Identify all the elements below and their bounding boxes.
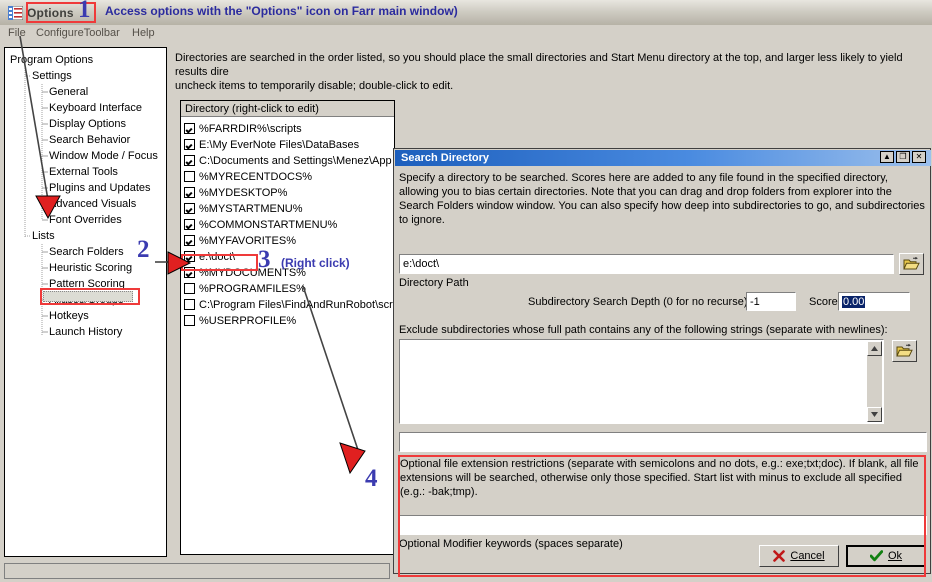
- directory-label: %MYDESKTOP%: [199, 186, 288, 199]
- directory-label: %FARRDIR%\scripts: [199, 122, 302, 135]
- score-label: Score:: [809, 296, 841, 308]
- directory-checkbox[interactable]: [184, 235, 195, 246]
- directory-checkbox[interactable]: [184, 187, 195, 198]
- directory-list-header: Directory (right-click to edit): [181, 101, 394, 117]
- open-folder-icon: [896, 344, 913, 357]
- directory-row[interactable]: C:\Program Files\FindAndRunRobot\scr: [184, 297, 393, 312]
- search-folders-highlight-box: [40, 288, 140, 305]
- directory-row[interactable]: %PROGRAMFILES%: [184, 281, 306, 296]
- directory-label: %PROGRAMFILES%: [199, 282, 306, 295]
- annotation-1-text: Access options with the "Options" icon o…: [105, 4, 458, 18]
- directory-label: %USERPROFILE%: [199, 314, 297, 327]
- directory-path-input[interactable]: [399, 254, 894, 274]
- open-folder-icon: [903, 257, 920, 270]
- file-extension-input[interactable]: [399, 432, 927, 452]
- pane-description-line1: Directories are searched in the order li…: [175, 52, 903, 78]
- rollup-icon[interactable]: ▲: [880, 151, 894, 163]
- dialog-title-text: Search Directory: [401, 152, 490, 164]
- checklist-options-icon: [7, 5, 24, 20]
- dialog-description: Specify a directory to be searched. Scor…: [399, 172, 925, 226]
- subdir-depth-input[interactable]: [746, 292, 796, 311]
- directory-row[interactable]: E:\My EverNote Files\DataBases: [184, 137, 359, 152]
- annotation-3-text: (Right click): [281, 256, 350, 270]
- scroll-up-icon[interactable]: [867, 341, 882, 356]
- directory-row[interactable]: %USERPROFILE%: [184, 313, 296, 328]
- annotation-number-1: 1: [78, 0, 91, 23]
- scroll-down-icon[interactable]: [867, 407, 882, 422]
- directory-row[interactable]: C:\Documents and Settings\Menez\App: [184, 153, 392, 168]
- menu-bar: File ConfigureToolbar Help: [0, 25, 932, 42]
- doct-entry-highlight-box: [181, 254, 258, 271]
- directory-row[interactable]: %MYRECENTDOCS%: [184, 169, 312, 184]
- exclude-label: Exclude subdirectories whose full path c…: [399, 324, 888, 336]
- directory-checkbox[interactable]: [184, 123, 195, 134]
- directory-label: %MYSTARTMENU%: [199, 202, 303, 215]
- directory-checkbox[interactable]: [184, 283, 195, 294]
- exclude-scrollbar[interactable]: [867, 341, 882, 422]
- main-toolbar: Options 1 Access options with the "Optio…: [0, 0, 932, 25]
- directory-path-label: Directory Path: [399, 277, 469, 289]
- directory-checkbox[interactable]: [184, 299, 195, 310]
- directory-checkbox[interactable]: [184, 219, 195, 230]
- close-icon[interactable]: ✕: [912, 151, 926, 163]
- directory-label: E:\My EverNote Files\DataBases: [199, 138, 360, 151]
- status-bar: [4, 563, 390, 579]
- annotation-number-2: 2: [137, 236, 150, 263]
- directory-checkbox[interactable]: [184, 315, 195, 326]
- subdir-depth-label: Subdirectory Search Depth (0 for no recu…: [528, 296, 751, 308]
- exclude-textarea[interactable]: [399, 339, 884, 424]
- directory-row[interactable]: %FARRDIR%\scripts: [184, 121, 302, 136]
- directory-row[interactable]: %MYFAVORITES%: [184, 233, 296, 248]
- pin-icon[interactable]: ❐: [896, 151, 910, 163]
- pane-description-line2: uncheck items to temporarily disable; do…: [175, 80, 454, 92]
- directory-label: C:\Documents and Settings\Menez\App: [199, 154, 392, 167]
- directory-label: %MYFAVORITES%: [199, 234, 296, 247]
- directory-checkbox[interactable]: [184, 139, 195, 150]
- score-value: 0.00: [842, 295, 866, 308]
- directory-checkbox[interactable]: [184, 203, 195, 214]
- browse-directory-button[interactable]: [899, 253, 924, 275]
- directory-label: C:\Program Files\FindAndRunRobot\scr: [199, 298, 393, 311]
- pane-description: Directories are searched in the order li…: [175, 51, 932, 93]
- menu-configure-toolbar[interactable]: ConfigureToolbar: [36, 27, 120, 39]
- score-input[interactable]: 0.00: [838, 292, 910, 311]
- annotation-number-4: 4: [365, 465, 378, 492]
- menu-help[interactable]: Help: [132, 27, 155, 39]
- directory-label: %COMMONSTARTMENU%: [199, 218, 338, 231]
- extension-help-highlight-box: [398, 455, 926, 577]
- tree-item-search-folders[interactable]: Search Folders: [49, 246, 124, 258]
- directory-list[interactable]: Directory (right-click to edit) %FARRDIR…: [180, 100, 395, 555]
- options-tree-panel[interactable]: Program Options Settings General Keyboar…: [4, 47, 167, 557]
- directory-row[interactable]: %COMMONSTARTMENU%: [184, 217, 337, 232]
- menu-file[interactable]: File: [8, 27, 26, 39]
- annotation-number-3: 3: [258, 246, 271, 273]
- browse-exclude-button[interactable]: [892, 340, 917, 362]
- directory-row[interactable]: %MYSTARTMENU%: [184, 201, 303, 216]
- dialog-titlebar[interactable]: Search Directory: [395, 150, 931, 166]
- directory-row[interactable]: %MYDESKTOP%: [184, 185, 287, 200]
- directory-label: %MYRECENTDOCS%: [199, 170, 313, 183]
- directory-checkbox[interactable]: [184, 155, 195, 166]
- directory-checkbox[interactable]: [184, 171, 195, 182]
